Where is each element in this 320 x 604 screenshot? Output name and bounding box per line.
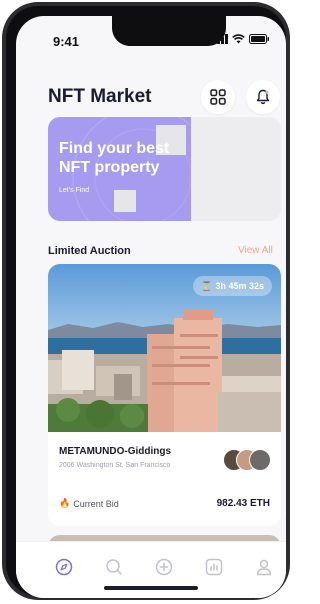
fire-icon: 🔥: [59, 498, 71, 508]
avatar: [249, 449, 271, 471]
view-all-link[interactable]: View All: [238, 245, 273, 256]
banner-placeholder-bottom: [114, 190, 136, 212]
tab-create[interactable]: [154, 557, 174, 577]
tab-profile[interactable]: [254, 557, 274, 577]
battery-icon: [249, 34, 269, 44]
current-bid-label: 🔥 Current Bid: [59, 498, 119, 509]
current-bid-value: 982.43 ETH: [216, 498, 270, 509]
page-title: NFT Market: [48, 86, 152, 107]
notch: [112, 16, 226, 46]
banner-subtitle[interactable]: Let's Find: [59, 187, 89, 194]
tab-stats[interactable]: [204, 557, 224, 577]
timer-text: 3h 45m 32s: [215, 281, 264, 291]
grid-button[interactable]: [201, 80, 235, 114]
grid-icon: [210, 89, 226, 105]
plus-circle-icon: [155, 558, 173, 576]
tab-explore[interactable]: [54, 557, 74, 577]
search-icon: [106, 559, 122, 575]
banner-title: Find your best NFT property: [59, 140, 170, 176]
notifications-button[interactable]: [246, 80, 280, 114]
app-screen: 9:41 NFT Market Find your best NFT prope…: [16, 16, 286, 598]
compass-icon: [55, 558, 73, 576]
bidder-avatars: [223, 449, 271, 471]
section-title: Limited Auction: [48, 245, 131, 257]
promo-banner[interactable]: Find your best NFT property Let's Find: [48, 117, 281, 221]
user-icon: [256, 559, 272, 576]
property-name: METAMUNDO-Giddings: [59, 446, 172, 457]
phone-bezel: 9:41 NFT Market Find your best NFT prope…: [6, 6, 286, 598]
tab-search[interactable]: [104, 557, 124, 577]
phone-frame: 9:41 NFT Market Find your best NFT prope…: [2, 2, 290, 600]
bid-label-text: Current Bid: [73, 498, 119, 509]
bell-icon: [256, 89, 270, 105]
signal-icon: [213, 34, 228, 44]
status-time: 9:41: [53, 34, 80, 49]
chart-icon: [205, 558, 223, 576]
status-icons: [213, 34, 270, 44]
property-address: 2006 Washington St, San Francisco: [59, 462, 171, 469]
auction-timer: ⏳ 3h 45m 32s: [193, 276, 272, 296]
auction-card[interactable]: ⏳ 3h 45m 32s METAMUNDO-Giddings 2006 Was…: [48, 264, 281, 526]
wifi-icon: [232, 34, 245, 44]
hourglass-icon: ⏳: [201, 280, 213, 291]
home-indicator[interactable]: [104, 586, 198, 590]
